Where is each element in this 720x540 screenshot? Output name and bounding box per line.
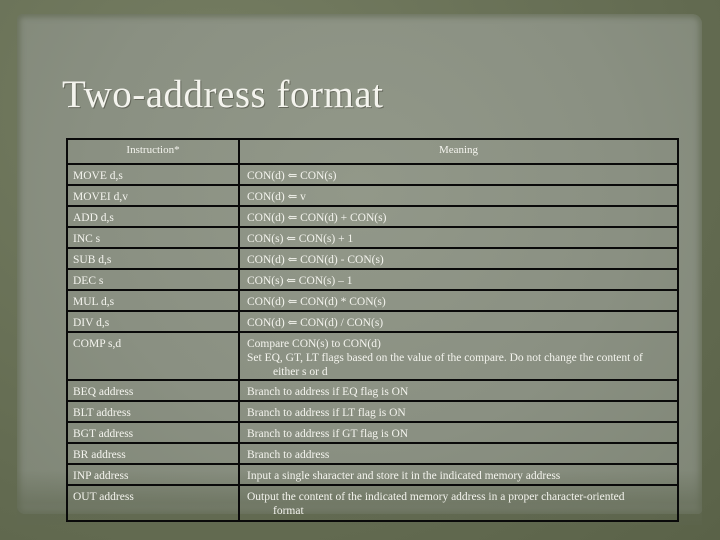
meaning-cell: Compare CON(s) to CON(d) Set EQ, GT, LT f… — [238, 331, 679, 381]
table-row: ADD d,s CON(d) ⇐ CON(d) + CON(s) — [66, 205, 679, 228]
table-row: INP address Input a single sharacter and … — [66, 463, 679, 486]
instruction-cell: MOVE d,s — [66, 163, 240, 186]
meaning-cell: Branch to address — [238, 442, 679, 465]
table-row: DIV d,s CON(d) ⇐ CON(d) / CON(s) — [66, 310, 679, 333]
instruction-cell: BLT address — [66, 400, 240, 423]
header-meaning: Meaning — [238, 138, 679, 165]
instruction-table: Instruction* Meaning MOVE d,s CON(d) ⇐ CO… — [66, 138, 679, 522]
instruction-cell: ADD d,s — [66, 205, 240, 228]
meaning-cell: CON(d) ⇐ CON(d) + CON(s) — [238, 205, 679, 228]
table-row: MOVEI d,v CON(d) ⇐ v — [66, 184, 679, 207]
instruction-cell: BR address — [66, 442, 240, 465]
meaning-cell: CON(s) ⇐ CON(s) + 1 — [238, 226, 679, 249]
meaning-cell: CON(d) ⇐ v — [238, 184, 679, 207]
meaning-line: either s or d — [273, 366, 328, 378]
instruction-cell: DEC s — [66, 268, 240, 291]
instruction-cell: DIV d,s — [66, 310, 240, 333]
meaning-cell: Branch to address if GT flag is ON — [238, 421, 679, 444]
header-instruction: Instruction* — [66, 138, 240, 165]
meaning-cell: Branch to address if EQ flag is ON — [238, 379, 679, 402]
table-row: COMP s,d Compare CON(s) to CON(d) Set EQ, … — [66, 331, 679, 381]
table-row: OUT address Output the content of the ind… — [66, 484, 679, 522]
table-row: BGT address Branch to address if GT flag … — [66, 421, 679, 444]
meaning-line: Compare CON(s) to CON(d) — [247, 338, 381, 350]
table-row: MUL d,s CON(d) ⇐ CON(d) * CON(s) — [66, 289, 679, 312]
table-body: MOVE d,s CON(d) ⇐ CON(s) MOVEI d,v CON(d) ⇐… — [66, 163, 679, 522]
table-row: BR address Branch to address — [66, 442, 679, 465]
meaning-cell: CON(d) ⇐ CON(d) / CON(s) — [238, 310, 679, 333]
table-row: DEC s CON(s) ⇐ CON(s) – 1 — [66, 268, 679, 291]
meaning-cell: CON(d) ⇐ CON(s) — [238, 163, 679, 186]
meaning-line: format — [273, 505, 304, 517]
meaning-cell: Input a single sharacter and store it in… — [238, 463, 679, 486]
instruction-cell: SUB d,s — [66, 247, 240, 270]
slide-title: Two-address format — [62, 73, 384, 116]
instruction-cell: BEQ address — [66, 379, 240, 402]
meaning-cell: CON(d) ⇐ CON(d) * CON(s) — [238, 289, 679, 312]
instruction-cell: MUL d,s — [66, 289, 240, 312]
instruction-cell: INP address — [66, 463, 240, 486]
instruction-cell: COMP s,d — [66, 331, 240, 381]
meaning-line: Set EQ, GT, LT flags based on the value … — [247, 352, 643, 364]
meaning-cell: Branch to address if LT flag is ON — [238, 400, 679, 423]
table-row: BLT address Branch to address if LT flag … — [66, 400, 679, 423]
table-row: MOVE d,s CON(d) ⇐ CON(s) — [66, 163, 679, 186]
table-row: SUB d,s CON(d) ⇐ CON(d) - CON(s) — [66, 247, 679, 270]
table-row: INC s CON(s) ⇐ CON(s) + 1 — [66, 226, 679, 249]
table-row: BEQ address Branch to address if EQ flag … — [66, 379, 679, 402]
instruction-cell: MOVEI d,v — [66, 184, 240, 207]
meaning-line: Output the content of the indicated memo… — [247, 491, 625, 503]
instruction-cell: INC s — [66, 226, 240, 249]
meaning-cell: CON(s) ⇐ CON(s) – 1 — [238, 268, 679, 291]
instruction-cell: OUT address — [66, 484, 240, 522]
instruction-cell: BGT address — [66, 421, 240, 444]
meaning-cell: Output the content of the indicated memo… — [238, 484, 679, 522]
table-header-row: Instruction* Meaning — [66, 138, 679, 165]
meaning-cell: CON(d) ⇐ CON(d) - CON(s) — [238, 247, 679, 270]
